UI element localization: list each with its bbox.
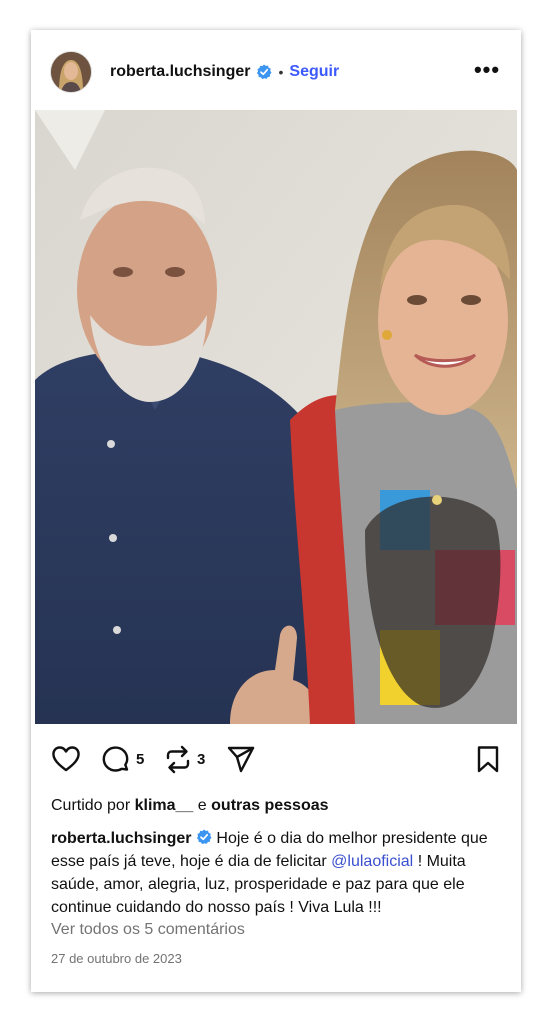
caption-username[interactable]: roberta.luchsinger (51, 830, 191, 847)
send-icon (227, 746, 255, 773)
save-button[interactable] (476, 745, 500, 774)
more-options-icon: ••• (473, 57, 501, 82)
caption-verified-badge-icon (196, 829, 212, 845)
more-options-button[interactable]: ••• (469, 57, 505, 82)
avatar-image (51, 52, 91, 92)
liked-by-user[interactable]: klima__ (135, 797, 194, 814)
post-caption: roberta.luchsinger Hoje é o dia do melho… (51, 827, 511, 919)
separator-dot: • (278, 64, 284, 80)
like-button[interactable] (51, 745, 81, 773)
caption-mention-link[interactable]: @lulaoficial (331, 853, 413, 870)
likes-prefix: Curtido por (51, 797, 131, 814)
share-button[interactable] (226, 745, 256, 774)
username-row: roberta.luchsinger • Seguir (110, 61, 339, 83)
likes-others-link[interactable]: outras pessoas (211, 797, 328, 814)
post-date: 27 de outubro de 2023 (51, 951, 182, 966)
heart-icon (52, 746, 80, 772)
post-card: roberta.luchsinger • Seguir ••• 5 3 Curt… (31, 30, 521, 992)
username[interactable]: roberta.luchsinger (110, 63, 250, 81)
post-header: roberta.luchsinger • Seguir ••• (31, 30, 521, 112)
verified-badge-icon (256, 64, 272, 80)
post-image (35, 110, 517, 724)
follow-button[interactable]: Seguir (289, 63, 339, 81)
repost-count: 3 (197, 751, 206, 768)
likes-summary: Curtido por klima__ e outras pessoas (51, 797, 329, 815)
likes-connector: e (197, 797, 207, 814)
view-all-comments-link[interactable]: Ver todos os 5 comentários (51, 921, 245, 939)
avatar[interactable] (51, 52, 91, 92)
bookmark-icon (477, 746, 499, 773)
post-photo[interactable] (35, 110, 517, 724)
repost-button[interactable]: 3 (165, 745, 205, 774)
repost-icon (166, 745, 190, 774)
action-bar: 5 3 (31, 730, 521, 790)
comment-bubble-icon (102, 746, 129, 772)
comment-button[interactable]: 5 (101, 745, 144, 774)
comment-count: 5 (136, 751, 145, 768)
